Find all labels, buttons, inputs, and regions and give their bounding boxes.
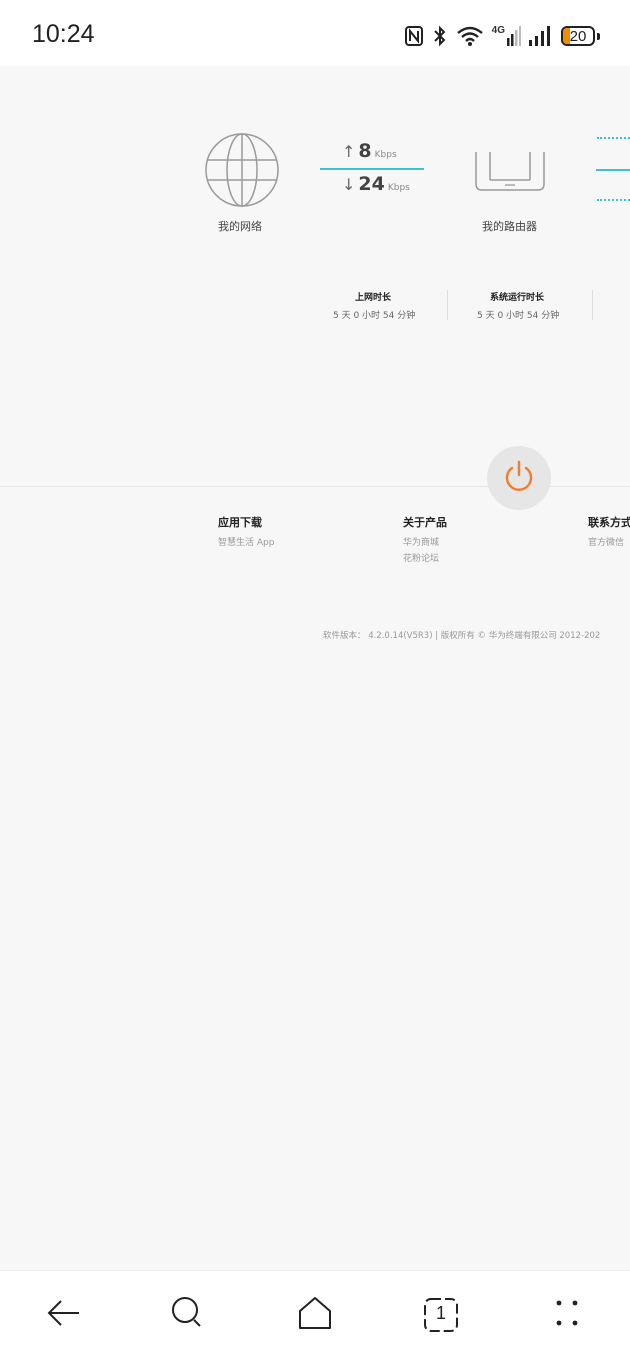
power-icon — [502, 459, 536, 497]
main-content — [0, 66, 630, 1270]
connection-dots-top — [597, 137, 630, 139]
stats-divider — [447, 290, 448, 320]
upload-value: 8 — [358, 140, 372, 162]
upload-speed: ↑ 8 Kbps — [342, 140, 397, 162]
home-icon — [297, 1295, 333, 1335]
my-router-label: 我的路由器 — [482, 220, 537, 233]
footer-link-official-wechat[interactable]: 官方微信 — [588, 535, 624, 548]
globe-icon[interactable] — [204, 132, 280, 212]
system-uptime-value: 5 天 0 小时 54 分钟 — [477, 311, 560, 321]
version-copyright: 软件版本： 4.2.0.14(V5R3) | 版权所有 © 华为终端有限公司 2… — [323, 631, 601, 641]
signal-icon — [529, 26, 553, 46]
browser-nav-bar: 1 — [0, 1270, 630, 1360]
power-button[interactable] — [487, 446, 551, 510]
footer-link-huawei-mall[interactable]: 华为商城 — [403, 535, 439, 548]
more-menu-button[interactable] — [545, 1293, 589, 1337]
speed-indicator: ↑ 8 Kbps ↓ 24 Kbps — [320, 140, 424, 200]
stats-divider — [592, 290, 593, 320]
connection-line-right — [596, 169, 630, 171]
about-product-title: 关于产品 — [403, 516, 447, 529]
back-button[interactable] — [41, 1293, 85, 1337]
tabs-button[interactable]: 1 — [419, 1293, 463, 1337]
download-speed: ↓ 24 Kbps — [342, 173, 410, 195]
battery-percentage: 20 — [569, 27, 587, 45]
connection-dots-bottom — [597, 199, 630, 201]
connection-line — [320, 168, 424, 170]
footer-link-huafen-forum[interactable]: 花粉论坛 — [403, 551, 439, 564]
wifi-icon — [456, 25, 484, 47]
mobile-data-4g-icon: 4G — [492, 26, 521, 46]
router-icon[interactable] — [472, 150, 548, 198]
battery-icon: 20 — [561, 26, 595, 46]
upload-arrow-icon: ↑ — [342, 142, 356, 161]
my-network-label: 我的网络 — [218, 220, 262, 233]
status-icons: 4G 20 — [404, 22, 600, 50]
back-arrow-icon — [45, 1295, 81, 1335]
more-dots-icon — [549, 1295, 585, 1335]
search-button[interactable] — [166, 1293, 210, 1337]
bluetooth-icon — [432, 25, 448, 47]
status-bar: 10:24 4G 20 — [0, 0, 630, 66]
online-duration-value: 5 天 0 小时 54 分钟 — [333, 311, 416, 321]
footer-link-smart-life-app[interactable]: 智慧生活 App — [218, 535, 274, 548]
nfc-icon — [404, 25, 424, 47]
home-button[interactable] — [293, 1293, 337, 1337]
upload-unit: Kbps — [374, 150, 397, 160]
tab-count: 1 — [435, 1303, 446, 1323]
tabs-icon: 1 — [423, 1297, 459, 1333]
battery-tip — [597, 32, 600, 40]
download-arrow-icon: ↓ — [342, 175, 356, 194]
system-uptime-title: 系统运行时长 — [490, 293, 545, 303]
download-value: 24 — [358, 173, 385, 195]
download-unit: Kbps — [387, 183, 410, 193]
status-time: 10:24 — [32, 20, 95, 48]
battery-level-fill — [563, 28, 570, 44]
app-download-title: 应用下载 — [218, 516, 262, 529]
search-icon — [170, 1295, 206, 1335]
online-duration-title: 上网时长 — [355, 293, 392, 303]
contact-title: 联系方式 — [588, 516, 630, 529]
network-type-label: 4G — [491, 25, 505, 36]
